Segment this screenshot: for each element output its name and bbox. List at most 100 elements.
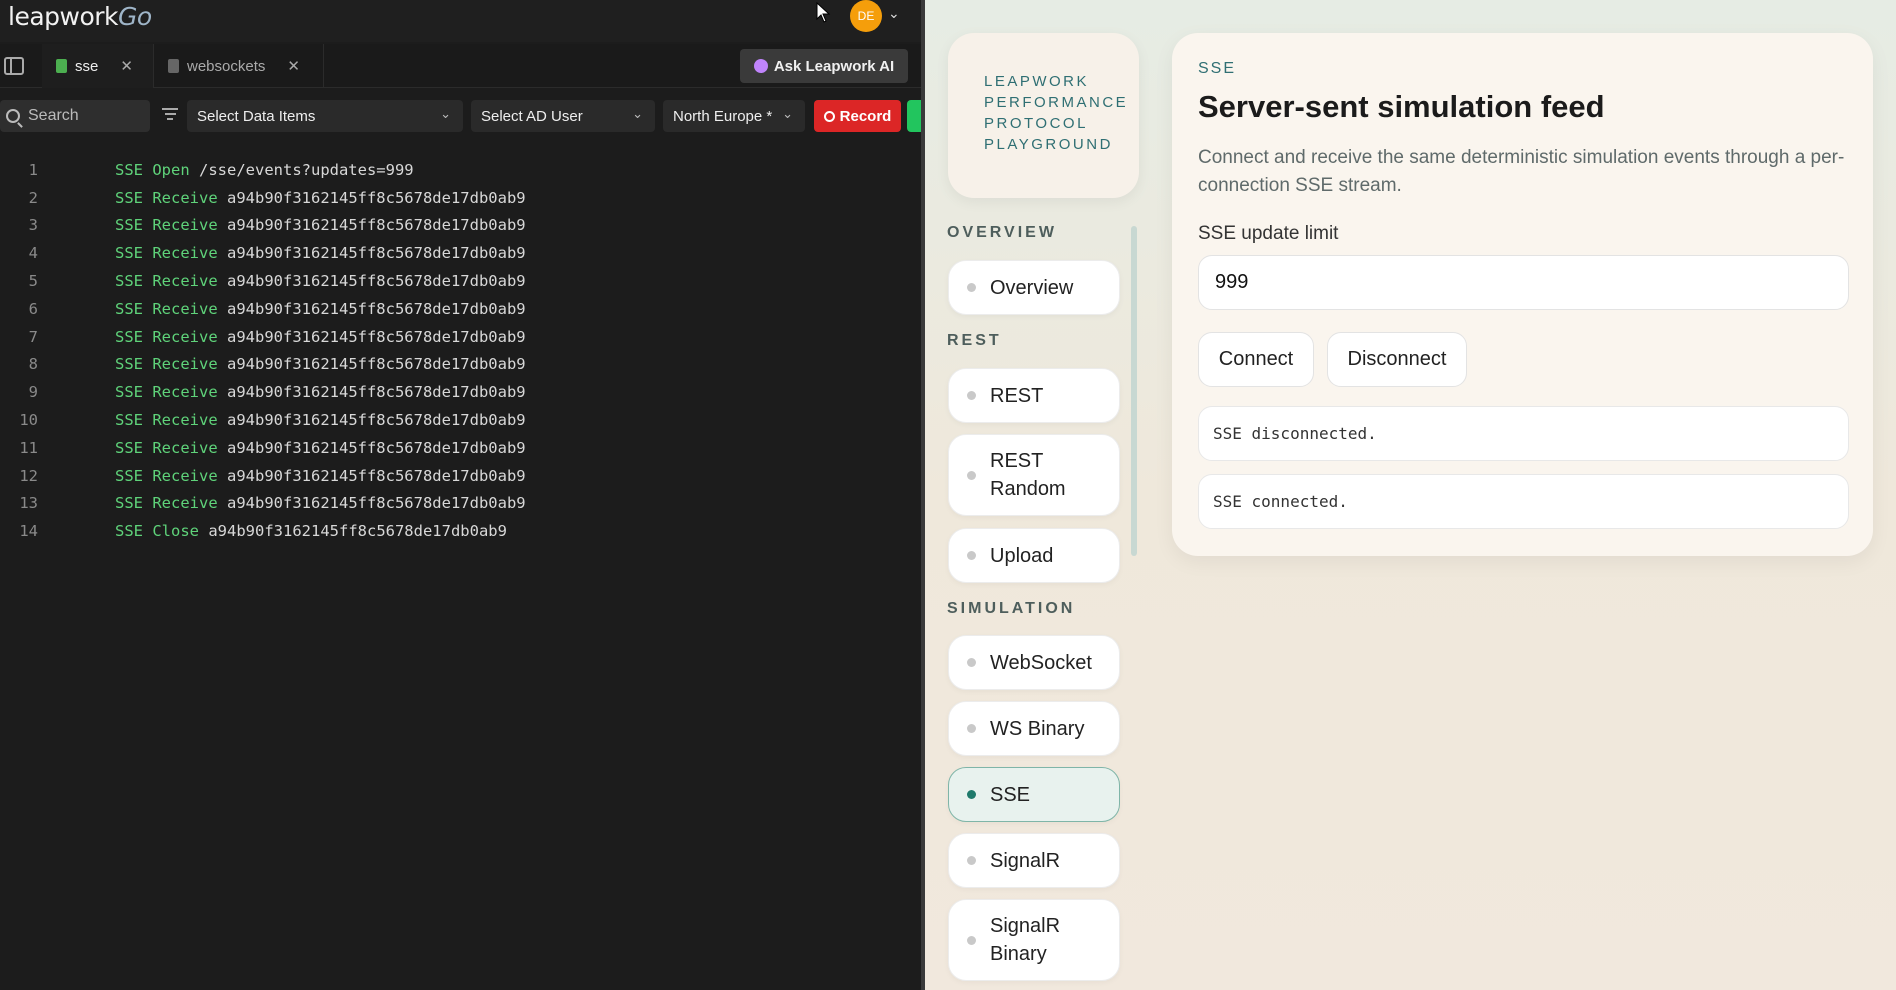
mouse-cursor-icon (816, 2, 831, 23)
nav-item-sse[interactable]: SSE (948, 767, 1120, 822)
command-argument: a94b90f3162145ff8c5678de17db0ab9 (227, 383, 526, 402)
connect-button[interactable]: Connect (1198, 332, 1314, 387)
sidebar-toggle-icon[interactable] (4, 57, 24, 75)
disconnect-button[interactable]: Disconnect (1327, 332, 1467, 387)
command-argument: a94b90f3162145ff8c5678de17db0ab9 (227, 299, 526, 318)
command-keyword: SSE Receive (115, 327, 218, 346)
nav-item-overview[interactable]: Overview (948, 260, 1120, 315)
command-argument: a94b90f3162145ff8c5678de17db0ab9 (227, 494, 526, 513)
command-keyword: SSE Receive (115, 383, 218, 402)
code-line[interactable]: 4 SSE Receive a94b90f3162145ff8c5678de17d… (0, 239, 921, 267)
file-icon (56, 59, 67, 73)
code-line[interactable]: 5 SSE Receive a94b90f3162145ff8c5678de17d… (0, 267, 921, 295)
command-argument: a94b90f3162145ff8c5678de17db0ab9 (227, 216, 526, 235)
top-bar: leapworkGo DE ⌄ (0, 0, 921, 42)
code-line[interactable]: 11 SSE Receive a94b90f3162145ff8c5678de17… (0, 434, 921, 462)
command-argument: a94b90f3162145ff8c5678de17db0ab9 (227, 466, 526, 485)
nav-item-websocket[interactable]: WebSocket (948, 635, 1120, 690)
nav-item-signalr-binary[interactable]: SignalR Binary (948, 899, 1120, 981)
line-number: 6 (28, 299, 38, 318)
tab-sse[interactable]: sse ✕ (42, 44, 154, 88)
code-editor[interactable]: 1 SSE Open /sse/events?updates=999 2 SSE Re… (0, 156, 921, 545)
status-dot (967, 856, 976, 865)
file-icon (168, 59, 179, 73)
card-description: Connect and receive the same determinist… (1198, 147, 1845, 196)
close-icon[interactable]: ✕ (287, 57, 300, 75)
status-dot (967, 658, 976, 667)
command-keyword: SSE Receive (115, 494, 218, 513)
command-argument: a94b90f3162145ff8c5678de17db0ab9 (227, 327, 526, 346)
command-keyword: SSE Receive (115, 244, 218, 263)
command-keyword: SSE Receive (115, 411, 218, 430)
record-button[interactable]: Record (814, 100, 901, 132)
run-button[interactable] (907, 100, 921, 132)
line-number: 5 (28, 272, 38, 291)
command-keyword: SSE Close (115, 522, 199, 541)
ask-ai-button[interactable]: Ask Leapwork AI (740, 49, 908, 83)
nav-item-signalr[interactable]: SignalR (948, 833, 1120, 888)
line-number: 11 (19, 438, 38, 457)
command-keyword: SSE Receive (115, 355, 218, 374)
command-argument: a94b90f3162145ff8c5678de17db0ab9 (208, 522, 507, 541)
user-avatar[interactable]: DE (850, 0, 882, 32)
code-line[interactable]: 3 SSE Receive a94b90f3162145ff8c5678de17d… (0, 212, 921, 240)
nav-item-rest[interactable]: REST (948, 368, 1120, 423)
command-keyword: SSE Receive (115, 188, 218, 207)
command-keyword: SSE Receive (115, 438, 218, 457)
command-argument: a94b90f3162145ff8c5678de17db0ab9 (227, 355, 526, 374)
command-argument: a94b90f3162145ff8c5678de17db0ab9 (227, 244, 526, 263)
data-items-select[interactable]: Select Data Items ⌄ (187, 100, 463, 132)
command-argument: a94b90f3162145ff8c5678de17db0ab9 (227, 438, 526, 457)
line-number: 8 (28, 355, 38, 374)
code-line[interactable]: 12 SSE Receive a94b90f3162145ff8c5678de17… (0, 462, 921, 490)
page-title: Server-sent simulation feed (1198, 89, 1605, 124)
playground-app: LEAPWORK PERFORMANCE PROTOCOL PLAYGROUND… (925, 0, 1896, 990)
nav-item-upload[interactable]: Upload (948, 528, 1120, 583)
tab-bar: sse ✕ websockets ✕ Ask Leapwork AI (0, 44, 921, 88)
chevron-down-icon[interactable]: ⌄ (888, 5, 900, 22)
nav-item-ws-binary[interactable]: WS Binary (948, 701, 1120, 756)
brand-card: LEAPWORK PERFORMANCE PROTOCOL PLAYGROUND (948, 33, 1139, 198)
tab-websockets[interactable]: websockets ✕ (154, 44, 324, 88)
status-dot (967, 790, 976, 799)
code-line[interactable]: 14 SSE Close a94b90f3162145ff8c5678de17db… (0, 517, 921, 545)
card-eyebrow: SSE (1198, 60, 1237, 77)
search-icon (6, 109, 20, 123)
line-number: 1 (28, 160, 38, 179)
line-number: 2 (28, 188, 38, 207)
line-number: 10 (19, 411, 38, 430)
search-input[interactable]: Search (0, 100, 150, 132)
status-dot (967, 724, 976, 733)
code-line[interactable]: 6 SSE Receive a94b90f3162145ff8c5678de17d… (0, 295, 921, 323)
line-number: 13 (19, 494, 38, 513)
update-limit-label: SSE update limit (1198, 223, 1339, 244)
record-icon (823, 110, 835, 122)
code-line[interactable]: 2 SSE Receive a94b90f3162145ff8c5678de17d… (0, 184, 921, 212)
command-keyword: SSE Open (115, 160, 190, 179)
section-label-rest: REST (947, 332, 1002, 349)
code-line[interactable]: 9 SSE Receive a94b90f3162145ff8c5678de17d… (0, 378, 921, 406)
line-number: 12 (19, 466, 38, 485)
ad-user-select[interactable]: Select AD User ⌄ (471, 100, 655, 132)
nav-item-rest-random[interactable]: REST Random (948, 434, 1120, 516)
update-limit-input[interactable] (1198, 255, 1849, 310)
code-line[interactable]: 10 SSE Receive a94b90f3162145ff8c5678de17… (0, 406, 921, 434)
code-line[interactable]: 7 SSE Receive a94b90f3162145ff8c5678de17d… (0, 323, 921, 351)
status-dot (967, 551, 976, 560)
sidebar-scrollbar[interactable] (1131, 226, 1137, 556)
filter-icon[interactable] (162, 108, 178, 122)
region-select[interactable]: North Europe * ⌄ (663, 100, 805, 132)
command-argument: a94b90f3162145ff8c5678de17db0ab9 (227, 188, 526, 207)
line-number: 9 (28, 383, 38, 402)
close-icon[interactable]: ✕ (120, 57, 133, 75)
code-line[interactable]: 1 SSE Open /sse/events?updates=999 (0, 156, 921, 184)
app-logo: leapworkGo (8, 2, 152, 31)
code-line[interactable]: 13 SSE Receive a94b90f3162145ff8c5678de17… (0, 490, 921, 518)
command-argument: /sse/events?updates=999 (199, 160, 414, 179)
sse-card: SSE Server-sent simulation feed Connect … (1172, 33, 1873, 556)
tab-label: sse (75, 57, 99, 75)
command-keyword: SSE Receive (115, 299, 218, 318)
log-entry: SSE disconnected. (1198, 406, 1849, 461)
editor-panel: leapworkGo DE ⌄ sse ✕ websockets ✕ Ask L… (0, 0, 921, 990)
code-line[interactable]: 8 SSE Receive a94b90f3162145ff8c5678de17d… (0, 351, 921, 379)
